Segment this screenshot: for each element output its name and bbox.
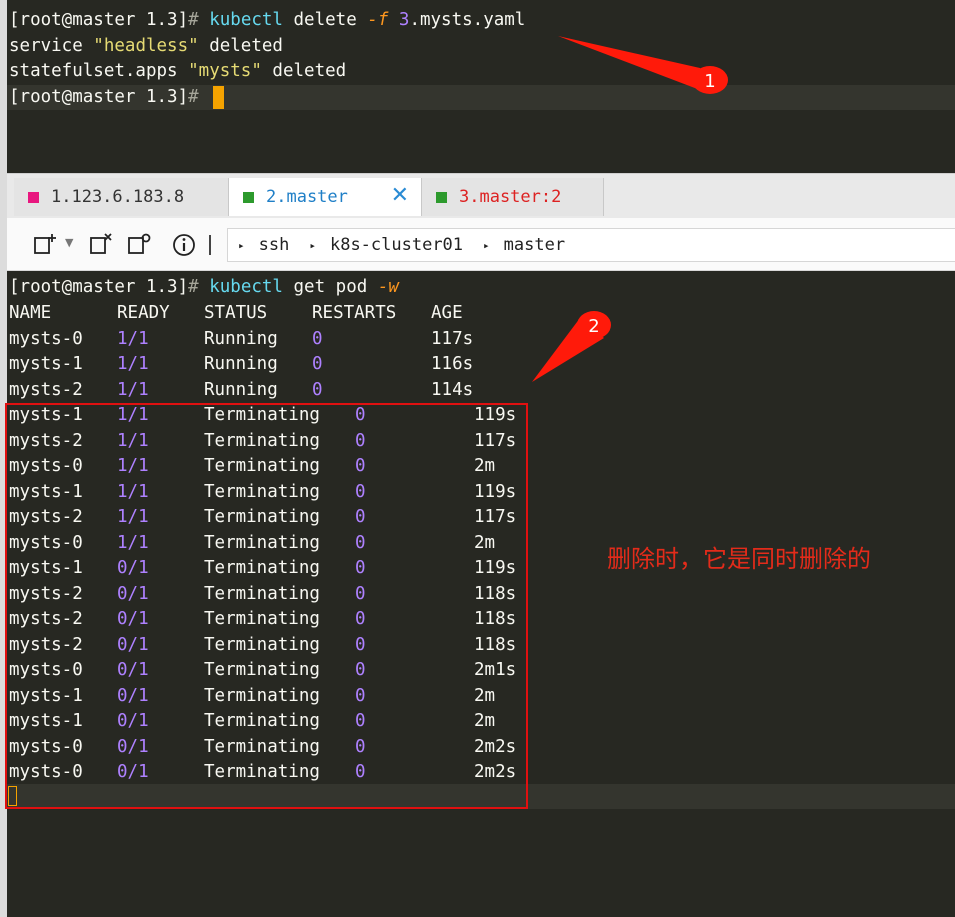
chevron-down-icon[interactable]: ▼ xyxy=(65,236,73,249)
terminal-top-line-2: service "headless" deleted xyxy=(9,36,283,56)
table-cell: 0 xyxy=(312,328,323,349)
table-cell: 0 xyxy=(312,379,323,400)
table-cell: 117s xyxy=(431,328,474,349)
tab-label: 3.master:2 xyxy=(459,187,562,207)
table-cell: Running xyxy=(204,354,278,374)
breadcrumb-arrow-icon: ▸ xyxy=(309,238,316,252)
table-cell: 1/1 xyxy=(117,379,149,400)
terminal-top-line-4: [root@master 1.3]# xyxy=(9,87,199,107)
table-cell: Running xyxy=(204,379,278,400)
table-cell: STATUS xyxy=(204,303,268,323)
breadcrumb-arrow-icon: ▸ xyxy=(483,238,490,252)
table-cell: READY xyxy=(117,303,170,323)
toolbar-divider xyxy=(209,235,211,255)
terminal-top-line-3: statefulset.apps "mysts" deleted xyxy=(9,61,347,81)
breadcrumb-item[interactable]: ssh xyxy=(259,235,290,255)
close-tab-icon[interactable]: ✕ xyxy=(391,185,409,207)
table-cell: 116s xyxy=(431,354,474,374)
session-color-icon xyxy=(28,191,39,203)
table-cell: 1/1 xyxy=(117,354,149,374)
table-cell: mysts-2 xyxy=(9,379,83,400)
tab-session-2[interactable]: 2.master ✕ xyxy=(229,178,422,216)
table-cell: Running xyxy=(204,328,278,349)
info-icon[interactable] xyxy=(172,233,196,257)
table-cell: mysts-0 xyxy=(9,328,83,349)
terminal-cursor xyxy=(213,86,224,109)
table-cell: AGE xyxy=(431,303,463,323)
session-color-icon xyxy=(243,191,254,203)
session-color-icon xyxy=(436,191,447,203)
new-session-icon[interactable] xyxy=(33,233,57,257)
table-cell: mysts-1 xyxy=(9,354,83,374)
tab-label: 1.123.6.183.8 xyxy=(51,187,185,207)
tab-label: 2.master xyxy=(266,187,348,207)
terminal-top-line-1: [root@master 1.3]# kubectl delete -f 3.m… xyxy=(9,10,526,30)
breadcrumb-arrow-icon: ▸ xyxy=(238,238,245,252)
session-toolbar: ▼ ▸ ssh ▸ k8s-cluster01 ▸ master xyxy=(7,218,955,271)
table-cell: RESTARTS xyxy=(312,303,397,323)
terminal-top[interactable]: [root@master 1.3]# kubectl delete -f 3.m… xyxy=(7,0,955,173)
table-cell: 114s xyxy=(431,379,474,400)
session-tab-bar: 1.123.6.183.8 2.master ✕ 3.master:2 xyxy=(7,173,955,219)
session-breadcrumb[interactable]: ▸ ssh ▸ k8s-cluster01 ▸ master xyxy=(227,228,955,262)
tab-session-1[interactable]: 1.123.6.183.8 xyxy=(14,178,229,216)
table-cell: 0 xyxy=(312,354,323,374)
tab-session-3[interactable]: 3.master:2 xyxy=(422,178,604,216)
terminating-rows-highlight xyxy=(5,403,528,809)
breadcrumb-item[interactable]: k8s-cluster01 xyxy=(330,235,463,255)
duplicate-session-icon[interactable] xyxy=(89,233,113,257)
table-cell: 1/1 xyxy=(117,328,149,349)
session-settings-icon[interactable] xyxy=(127,233,151,257)
breadcrumb-item[interactable]: master xyxy=(504,235,565,255)
table-cell: NAME xyxy=(9,303,52,323)
terminal-prompt-line: [root@master 1.3]# kubectl get pod -w xyxy=(9,277,399,297)
annotation-note: 删除时，它是同时删除的 xyxy=(607,545,871,573)
